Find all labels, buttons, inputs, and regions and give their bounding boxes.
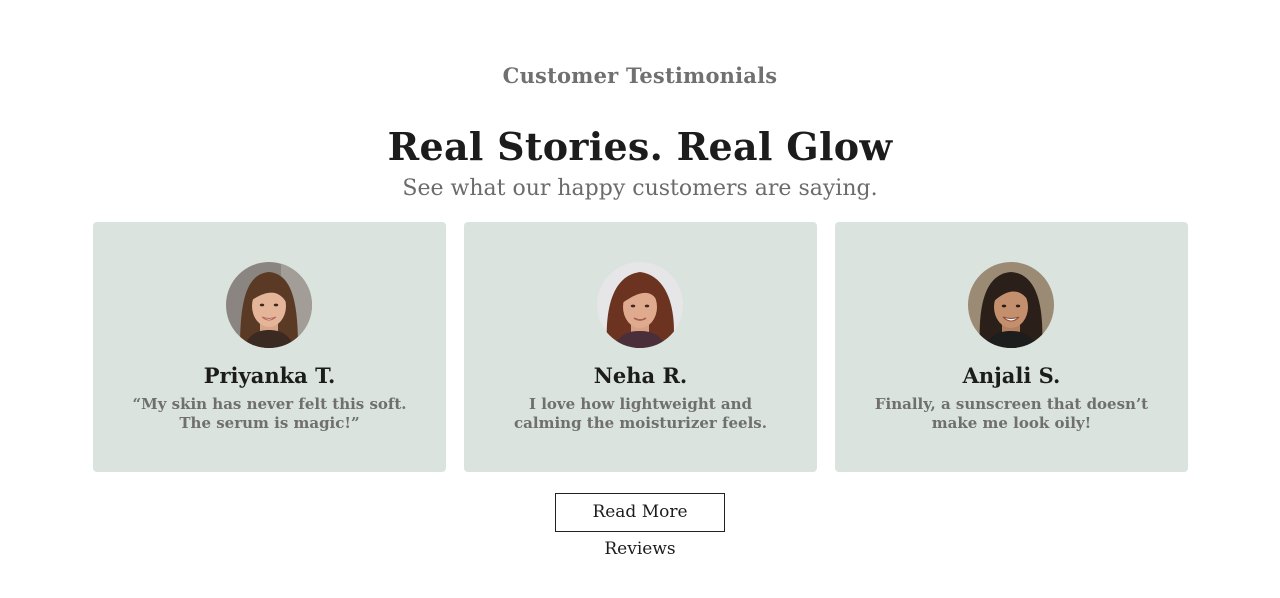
customer-name: Anjali S.: [962, 363, 1061, 388]
woman-portrait-icon: [597, 262, 683, 348]
section-headline: Real Stories. Real Glow: [387, 124, 893, 169]
testimonials-section: Customer Testimonials Real Stories. Real…: [0, 0, 1280, 598]
customer-name: Neha R.: [593, 363, 688, 388]
section-subhead: See what our happy customers are saying.: [402, 176, 878, 201]
customer-avatar: [597, 262, 683, 348]
testimonial-card: Anjali S. Finally, a sunscreen that does…: [835, 222, 1188, 472]
woman-portrait-icon: [968, 262, 1054, 348]
woman-portrait-icon: [226, 262, 312, 348]
customer-quote: “My skin has never felt this soft. The s…: [132, 395, 407, 432]
customer-quote: Finally, a sunscreen that doesn’t make m…: [874, 395, 1149, 432]
customer-name: Priyanka T.: [203, 363, 336, 388]
testimonial-card: Neha R. I love how lightweight and calmi…: [464, 222, 817, 472]
customer-quote: I love how lightweight and calming the m…: [514, 395, 767, 432]
read-more-reviews-button[interactable]: Read More Reviews: [555, 493, 725, 559]
testimonial-card: Priyanka T. “My skin has never felt this…: [93, 222, 446, 472]
customer-avatar: [968, 262, 1054, 348]
customer-avatar: [226, 262, 312, 348]
section-eyebrow: Customer Testimonials: [502, 63, 778, 88]
